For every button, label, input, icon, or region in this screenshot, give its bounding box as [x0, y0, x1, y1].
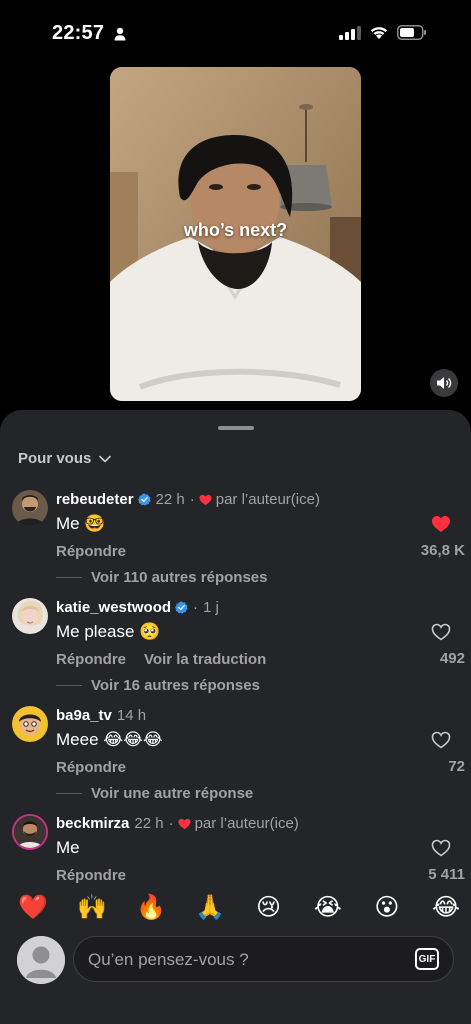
reply-button[interactable]: Répondre: [56, 867, 126, 884]
comment-time: 22 h: [155, 491, 185, 508]
emoji-reaction-surprised[interactable]: 😮: [373, 894, 401, 922]
view-replies-button[interactable]: Voir une autre réponse: [56, 785, 253, 802]
byline-separator: ·: [168, 815, 174, 832]
emoji-reaction-folded-hands[interactable]: 🙏: [195, 894, 225, 922]
comment-username[interactable]: rebeudeter: [56, 491, 134, 508]
comment-actions: Répondre Voir la traduction: [56, 651, 266, 668]
view-replies-label: Voir une autre réponse: [91, 785, 254, 802]
comment-time: ·: [193, 599, 199, 616]
comment-time: 1 j: [203, 599, 219, 616]
liked-by-author-label: par l’auteur(ice): [194, 815, 299, 832]
status-time: 22:57: [52, 22, 105, 44]
comment-actions: Répondre: [56, 543, 126, 560]
comment-actions: Répondre: [56, 759, 126, 776]
view-replies-label: Voir 110 autres réponses: [91, 569, 268, 586]
comment-input[interactable]: Qu’en pensez-vous ? GIF: [73, 936, 454, 982]
comment-header: ba9a_tv 14 h: [56, 707, 146, 724]
comment-header: katie_westwood · 1 j: [56, 599, 219, 616]
default-avatar-icon: [17, 936, 65, 984]
avatar-image: [12, 598, 48, 634]
reply-button[interactable]: Répondre: [56, 651, 126, 668]
comment-username[interactable]: ba9a_tv: [56, 707, 112, 724]
sort-dropdown[interactable]: Pour vous: [18, 450, 112, 467]
comment-text: Me 🤓: [56, 514, 106, 533]
liked-by-author-label: par l’auteur(ice): [215, 491, 320, 508]
see-translation-button[interactable]: Voir la traduction: [144, 651, 266, 668]
comment-username[interactable]: katie_westwood: [56, 599, 171, 616]
video-player[interactable]: who’s next?: [110, 67, 361, 401]
emoji-reaction-bar: ❤️ 🙌 🔥 🙏 😢 😭 😮 😂: [18, 894, 460, 922]
avatar[interactable]: [12, 490, 48, 526]
comment-time: 14 h: [116, 707, 147, 724]
view-replies-label: Voir 16 autres réponses: [91, 677, 260, 694]
avatar[interactable]: [12, 814, 48, 850]
avatar-image: [12, 490, 48, 526]
focus-person-icon: [114, 27, 126, 41]
author-liked-heart-icon: [178, 818, 191, 829]
view-replies-button[interactable]: Voir 110 autres réponses: [56, 569, 267, 586]
like-heart-outline-icon[interactable]: [431, 623, 451, 641]
like-count: 5 411: [428, 866, 465, 883]
video-caption: who’s next?: [183, 220, 288, 240]
avatar-image: [12, 706, 48, 742]
byline-separator: ·: [189, 491, 195, 508]
like-count: 72: [448, 758, 465, 775]
comments-sheet: Pour vous rebeudeter 22 h · par l’auteur…: [0, 410, 471, 1024]
avatar[interactable]: [12, 598, 48, 634]
sound-toggle-button[interactable]: [430, 369, 458, 397]
emoji-reaction-red-heart[interactable]: ❤️: [18, 894, 48, 922]
emoji-reaction-fire[interactable]: 🔥: [136, 894, 166, 922]
comment-actions: Répondre: [56, 867, 126, 884]
status-bar: 22:57: [0, 0, 471, 60]
like-heart-outline-icon[interactable]: [431, 731, 451, 749]
sheet-grabber-handle[interactable]: [218, 426, 254, 430]
author-liked-heart-icon: [199, 494, 212, 505]
comment-text: Me: [56, 838, 80, 857]
battery-icon: [397, 25, 426, 40]
replies-divider: [56, 685, 82, 686]
emoji-reaction-raised-hands[interactable]: 🙌: [77, 894, 107, 922]
comment-text: Meee 😂😂😂: [56, 730, 163, 749]
sort-label: Pour vous: [18, 450, 92, 467]
comment-header: beckmirza 22 h · par l’auteur(ice): [56, 815, 299, 832]
reply-button[interactable]: Répondre: [56, 759, 126, 776]
like-count: 36,8 K: [420, 542, 465, 559]
comment-time: 22 h: [134, 815, 164, 832]
comment-input-placeholder: Qu’en pensez-vous ?: [88, 950, 249, 969]
emoji-reaction-sobbing[interactable]: 😭: [314, 894, 342, 922]
speaker-icon: [437, 377, 452, 389]
like-heart-filled-icon[interactable]: [431, 515, 451, 533]
replies-divider: [56, 577, 82, 578]
verified-badge-icon: [175, 601, 188, 614]
like-heart-outline-icon[interactable]: [431, 839, 451, 857]
comment-username[interactable]: beckmirza: [56, 815, 129, 832]
view-replies-button[interactable]: Voir 16 autres réponses: [56, 677, 260, 694]
status-icons: [339, 25, 427, 40]
emoji-reaction-crying[interactable]: 😢: [255, 894, 283, 922]
comment-text: Me please 🥺: [56, 622, 161, 641]
replies-divider: [56, 793, 82, 794]
cellular-signal-icon: [339, 25, 361, 40]
reply-button[interactable]: Répondre: [56, 543, 126, 560]
like-count: 492: [439, 650, 465, 667]
avatar[interactable]: [12, 706, 48, 742]
emoji-reaction-laughing[interactable]: 😂: [432, 894, 460, 922]
avatar-image: [14, 816, 46, 848]
verified-badge-icon: [137, 493, 151, 506]
gif-button[interactable]: GIF: [415, 948, 439, 970]
comment-header: rebeudeter 22 h · par l’auteur(ice): [56, 491, 320, 508]
current-user-avatar: [17, 936, 65, 984]
wifi-icon: [370, 27, 388, 39]
chevron-down-icon: [99, 455, 112, 462]
